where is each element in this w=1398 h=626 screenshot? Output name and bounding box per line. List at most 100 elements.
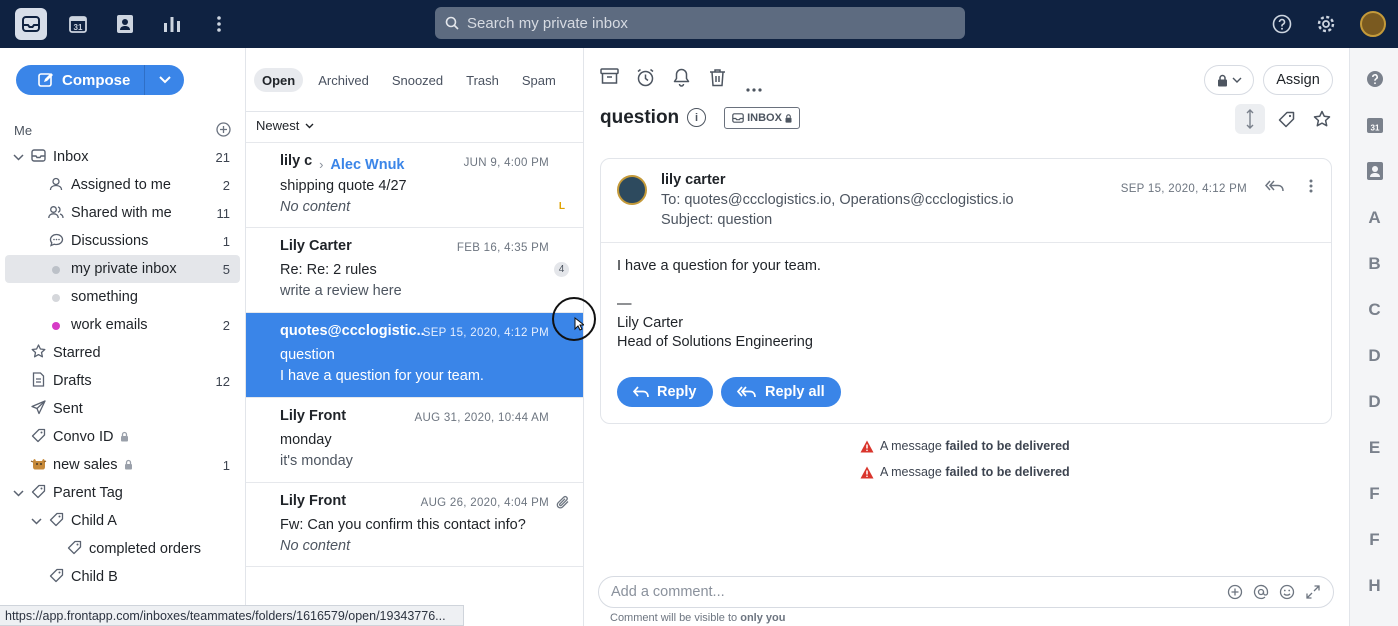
trash-icon[interactable] xyxy=(709,68,726,92)
conversation-list-panel: Open Archived Snoozed Trash Spam Newest … xyxy=(246,48,584,626)
conversation-item-selected[interactable]: quotes@ccclogistic... SEP 15, 2020, 4:12… xyxy=(246,312,583,397)
inbox-tag-label: INBOX xyxy=(747,112,782,124)
inbox-tag[interactable]: INBOX xyxy=(724,107,800,129)
tag-icon xyxy=(1278,111,1294,127)
sidebar-item-parent-tag[interactable]: Parent Tag xyxy=(5,479,240,507)
info-icon[interactable]: i xyxy=(687,108,706,127)
folder-dot-icon xyxy=(47,318,65,333)
rail-contact-a[interactable]: A xyxy=(1350,208,1398,228)
sidebar-item-work-emails[interactable]: work emails 2 xyxy=(5,311,240,339)
conversation-item[interactable]: Lily Carter FEB 16, 4:35 PM Re: Re: 2 ru… xyxy=(246,227,583,312)
sidebar-item-inbox[interactable]: Inbox 21 xyxy=(5,143,240,171)
sidebar-item-discussions[interactable]: Discussions 1 xyxy=(5,227,240,255)
signature-title: Head of Solutions Engineering xyxy=(617,334,813,350)
sidebar-item-label: Child B xyxy=(71,569,118,585)
chevron-down-icon[interactable] xyxy=(11,486,25,500)
sidebar-item-my-private-inbox[interactable]: my private inbox 5 xyxy=(5,255,240,283)
search-input[interactable]: Search my private inbox xyxy=(435,7,965,39)
tag-button[interactable] xyxy=(1271,104,1301,134)
comment-input[interactable]: Add a comment... xyxy=(598,576,1334,608)
gear-icon[interactable] xyxy=(1310,8,1342,40)
help-icon[interactable] xyxy=(1266,8,1298,40)
tab-trash[interactable]: Trash xyxy=(458,68,507,92)
help-icon[interactable] xyxy=(1350,70,1398,93)
message-card: lily carter To: quotes@ccclogistics.io, … xyxy=(600,158,1332,424)
sidebar-item-child-b[interactable]: Child B xyxy=(5,563,240,591)
analytics-icon[interactable] xyxy=(156,8,188,40)
calendar-icon[interactable]: 31 xyxy=(1350,116,1398,139)
conversation-item[interactable]: Lily Front AUG 31, 2020, 10:44 AM monday… xyxy=(246,397,583,482)
contacts-icon[interactable] xyxy=(1350,162,1398,185)
tag-icon xyxy=(47,568,65,586)
rail-contact-d[interactable]: D xyxy=(1350,346,1398,366)
star-button[interactable] xyxy=(1307,104,1337,134)
sidebar-item-completed-orders[interactable]: completed orders xyxy=(5,535,240,563)
tab-archived[interactable]: Archived xyxy=(310,68,377,92)
sidebar-item-something[interactable]: something xyxy=(5,283,240,311)
divider xyxy=(601,242,1331,243)
tab-open[interactable]: Open xyxy=(254,68,304,92)
rail-contact-d[interactable]: D xyxy=(1350,392,1398,412)
rail-contact-h[interactable]: H xyxy=(1350,576,1398,596)
calendar-icon[interactable]: 31 xyxy=(62,8,94,40)
bell-icon[interactable] xyxy=(673,68,690,92)
rail-contact-f[interactable]: F xyxy=(1350,484,1398,504)
more-icon[interactable] xyxy=(203,8,235,40)
tag-icon xyxy=(65,540,83,558)
compose-button[interactable]: Compose xyxy=(16,65,144,95)
rail-contact-f[interactable]: F xyxy=(1350,530,1398,550)
expand-collapse-button[interactable] xyxy=(1235,104,1265,134)
contacts-icon[interactable] xyxy=(109,8,141,40)
sidebar-item-drafts[interactable]: Drafts 12 xyxy=(5,367,240,395)
chevron-down-icon[interactable] xyxy=(11,150,25,164)
more-horizontal-icon[interactable] xyxy=(746,77,762,97)
sidebar-item-assigned-to-me[interactable]: Assigned to me 2 xyxy=(5,171,240,199)
compose-dropdown-button[interactable] xyxy=(145,76,184,84)
rail-contact-b[interactable]: B xyxy=(1350,254,1398,274)
privacy-dropdown[interactable] xyxy=(1204,65,1254,95)
add-circle-icon[interactable] xyxy=(1227,584,1243,600)
rail-contact-e[interactable]: E xyxy=(1350,438,1398,458)
chevron-down-icon[interactable] xyxy=(29,514,43,528)
expand-icon[interactable] xyxy=(1305,584,1321,600)
message-subject: Subject: question xyxy=(661,212,772,228)
snooze-clock-icon[interactable] xyxy=(636,68,655,92)
emoji-icon[interactable] xyxy=(1279,584,1295,600)
user-avatar[interactable] xyxy=(1360,11,1386,37)
reply-all-icon[interactable] xyxy=(1264,179,1285,196)
conversation-date: JUN 9, 4:00 PM xyxy=(463,157,549,169)
link-status-bar: https://app.frontapp.com/inboxes/teammat… xyxy=(0,605,464,626)
delivery-failure-notice[interactable]: A message failed to be delivered xyxy=(860,465,1070,479)
mention-icon[interactable] xyxy=(1253,584,1269,600)
inbox-icon[interactable] xyxy=(15,8,47,40)
conversation-item[interactable]: Lily Front AUG 26, 2020, 4:04 PM Fw: Can… xyxy=(246,482,583,567)
tag-icon xyxy=(29,428,47,446)
calendar-day-label: 31 xyxy=(1370,124,1379,133)
conversation-subject: Re: Re: 2 rules xyxy=(280,262,377,278)
tab-spam[interactable]: Spam xyxy=(514,68,564,92)
tab-snoozed[interactable]: Snoozed xyxy=(384,68,451,92)
message-count-badge: 4 xyxy=(554,262,569,277)
add-section-icon[interactable] xyxy=(216,122,231,140)
conversation-item[interactable]: lily c › Alec Wnuk JUN 9, 4:00 PM shippi… xyxy=(246,142,583,227)
unread-count: 1 xyxy=(222,457,230,473)
more-vertical-icon[interactable] xyxy=(1309,179,1313,196)
sidebar-item-new-sales[interactable]: new sales 1 xyxy=(5,451,240,479)
sidebar-item-sent[interactable]: Sent xyxy=(5,395,240,423)
conversation-date: FEB 16, 4:35 PM xyxy=(456,242,549,254)
sidebar-item-child-a[interactable]: Child A xyxy=(5,507,240,535)
reply-all-button[interactable]: Reply all xyxy=(721,377,841,407)
sidebar-item-convo-id[interactable]: Convo ID xyxy=(5,423,240,451)
sidebar-item-shared-with-me[interactable]: Shared with me 11 xyxy=(5,199,240,227)
chevron-down-icon xyxy=(158,76,171,84)
rail-contact-c[interactable]: C xyxy=(1350,300,1398,320)
reply-button[interactable]: Reply xyxy=(617,377,713,407)
chevron-down-icon xyxy=(1232,77,1241,83)
sort-dropdown[interactable]: Newest xyxy=(256,118,314,133)
archive-icon[interactable] xyxy=(600,68,619,90)
assign-button[interactable]: Assign xyxy=(1263,65,1333,95)
delivery-failure-notice[interactable]: A message failed to be delivered xyxy=(860,439,1070,453)
reply-label: Reply xyxy=(657,384,697,400)
sidebar-item-starred[interactable]: Starred xyxy=(5,339,240,367)
warning-prefix: A message xyxy=(880,465,946,479)
